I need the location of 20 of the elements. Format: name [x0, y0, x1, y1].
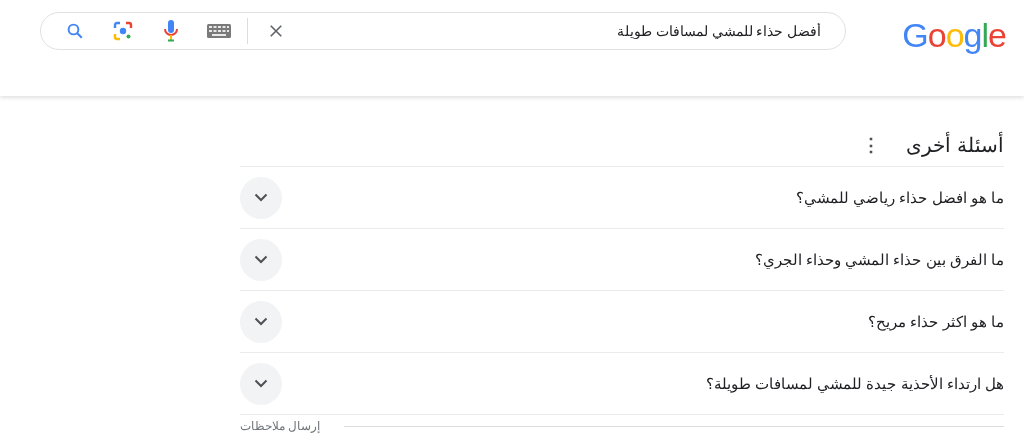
expand-button[interactable] — [240, 176, 282, 219]
question-text: ما هو افضل حذاء رياضي للمشي؟ — [796, 188, 1004, 207]
google-logo[interactable]: Google — [902, 16, 1006, 54]
chevron-icon — [254, 379, 268, 388]
send-feedback-link[interactable]: إرسال ملاحظات — [240, 419, 321, 433]
expand-button[interactable] — [240, 238, 282, 281]
more-options-button[interactable]: ⋮ — [858, 134, 885, 156]
chevron-icon — [254, 255, 268, 264]
chevron-icon — [254, 317, 268, 326]
question-row[interactable]: ما هو افضل حذاء رياضي للمشي؟ — [240, 167, 1004, 229]
question-text: ما هو اكثر حذاء مريح؟ — [868, 312, 1004, 331]
expand-button[interactable] — [240, 300, 282, 343]
question-row[interactable]: ما هو اكثر حذاء مريح؟ — [240, 291, 1004, 353]
section-title: أسئلة أخرى — [906, 133, 1004, 157]
chevron-icon — [254, 193, 268, 202]
expand-button[interactable] — [240, 362, 282, 405]
question-row[interactable]: هل ارتداء الأحذية جيدة للمشي لمسافات طويلة؟ — [240, 353, 1004, 415]
question-row[interactable]: ما الفرق بين حذاء المشي وحذاء الجري؟ — [240, 229, 1004, 291]
question-text: ما الفرق بين حذاء المشي وحذاء الجري؟ — [755, 250, 1004, 269]
question-text: هل ارتداء الأحذية جيدة للمشي لمسافات طويلة؟ — [706, 374, 1004, 393]
